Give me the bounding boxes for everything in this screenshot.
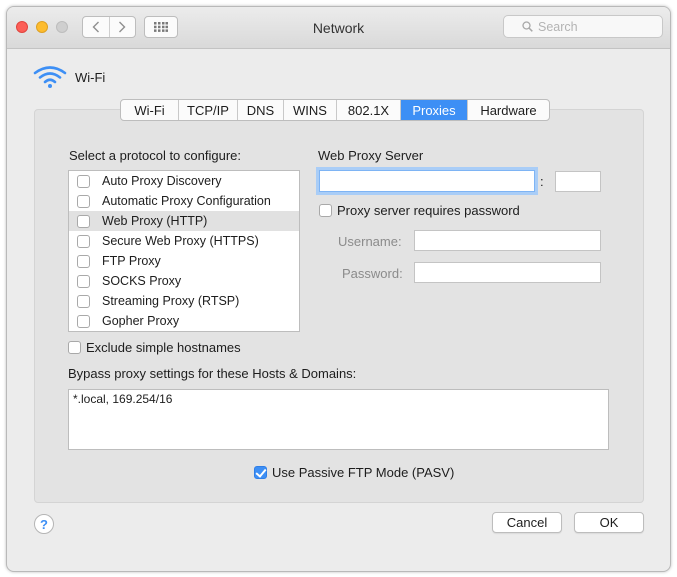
requires-password-checkbox[interactable] (319, 204, 332, 217)
protocol-checkbox[interactable] (77, 294, 90, 308)
show-all-button[interactable] (144, 16, 178, 38)
protocol-label: SOCKS Proxy (102, 274, 182, 288)
protocol-checkbox[interactable] (77, 214, 90, 228)
host-port-separator: : (540, 174, 544, 189)
proxy-host-field[interactable] (319, 170, 535, 192)
tab-bar: Wi-Fi TCP/IP DNS WINS 802.1X Proxies Har… (120, 99, 550, 121)
protocol-label: Gopher Proxy (102, 314, 180, 328)
protocol-row-ftp-proxy[interactable]: FTP Proxy (69, 251, 299, 271)
username-label: Username: (338, 234, 402, 249)
service-name: Wi-Fi (75, 69, 106, 85)
protocol-row-automatic-proxy-configuration[interactable]: Automatic Proxy Configuration (69, 191, 299, 211)
passive-ftp-option[interactable]: Use Passive FTP Mode (PASV) (254, 465, 454, 480)
protocol-row-secure-web-proxy-https[interactable]: Secure Web Proxy (HTTPS) (69, 231, 299, 251)
protocol-label: FTP Proxy (102, 254, 161, 268)
tab-proxies[interactable]: Proxies (401, 100, 468, 120)
close-icon[interactable] (16, 21, 28, 33)
protocol-label: Automatic Proxy Configuration (102, 194, 271, 208)
password-field[interactable] (414, 262, 601, 283)
protocol-checkbox[interactable] (77, 274, 90, 288)
password-label: Password: (342, 266, 403, 281)
protocol-checkbox[interactable] (77, 174, 90, 188)
network-preferences-window: Network Search Wi-Fi Wi-Fi TCP/IP DNS WI… (6, 6, 671, 572)
protocol-row-socks-proxy[interactable]: SOCKS Proxy (69, 271, 299, 291)
protocol-row-gopher-proxy[interactable]: Gopher Proxy (69, 311, 299, 331)
minimize-icon[interactable] (36, 21, 48, 33)
search-placeholder: Search (538, 19, 578, 34)
tab-8021x[interactable]: 802.1X (337, 100, 401, 120)
passive-ftp-checkbox[interactable] (254, 466, 267, 479)
requires-password-label: Proxy server requires password (337, 203, 520, 218)
proxy-port-field[interactable] (555, 171, 601, 192)
protocol-label: Auto Proxy Discovery (102, 174, 222, 188)
requires-password-option[interactable]: Proxy server requires password (319, 203, 520, 218)
cancel-button[interactable]: Cancel (492, 512, 562, 533)
exclude-simple-hostnames-option[interactable]: Exclude simple hostnames (68, 340, 241, 355)
passive-ftp-label: Use Passive FTP Mode (PASV) (272, 465, 455, 480)
bypass-heading: Bypass proxy settings for these Hosts & … (68, 366, 357, 381)
service-header: Wi-Fi (33, 65, 105, 89)
protocol-label: Secure Web Proxy (HTTPS) (102, 234, 259, 248)
exclude-simple-hostnames-label: Exclude simple hostnames (86, 340, 241, 355)
tab-tcpip[interactable]: TCP/IP (179, 100, 238, 120)
back-button[interactable] (83, 17, 109, 37)
back-forward-group (82, 16, 136, 38)
help-button[interactable]: ? (34, 514, 54, 534)
chevron-right-icon (119, 21, 126, 33)
protocol-list-heading: Select a protocol to configure: (69, 148, 241, 163)
protocol-checkbox[interactable] (77, 234, 90, 248)
protocol-row-streaming-proxy-rtsp[interactable]: Streaming Proxy (RTSP) (69, 291, 299, 311)
protocol-list: Auto Proxy Discovery Automatic Proxy Con… (68, 170, 300, 332)
proxy-server-heading: Web Proxy Server (318, 148, 424, 163)
ok-button[interactable]: OK (574, 512, 644, 533)
username-field[interactable] (414, 230, 601, 251)
protocol-checkbox[interactable] (77, 314, 90, 328)
forward-button[interactable] (108, 17, 136, 37)
search-field[interactable]: Search (503, 15, 663, 38)
tab-wins[interactable]: WINS (284, 100, 337, 120)
magnifier-icon (522, 21, 533, 32)
tab-wifi[interactable]: Wi-Fi (121, 100, 179, 120)
protocol-label: Web Proxy (HTTP) (102, 214, 208, 228)
grid-icon (154, 22, 168, 32)
protocol-checkbox[interactable] (77, 194, 90, 208)
protocol-row-auto-proxy-discovery[interactable]: Auto Proxy Discovery (69, 171, 299, 191)
tab-dns[interactable]: DNS (238, 100, 284, 120)
zoom-icon[interactable] (56, 21, 68, 33)
chevron-left-icon (92, 21, 99, 33)
protocol-row-web-proxy-http[interactable]: Web Proxy (HTTP) (69, 211, 299, 231)
bypass-hosts-textarea[interactable]: *.local, 169.254/16 (68, 389, 609, 450)
exclude-simple-hostnames-checkbox[interactable] (68, 341, 81, 354)
protocol-label: Streaming Proxy (RTSP) (102, 294, 240, 308)
protocol-checkbox[interactable] (77, 254, 90, 268)
titlebar: Network Search (7, 7, 670, 49)
tab-hardware[interactable]: Hardware (468, 100, 549, 120)
wifi-icon (33, 66, 67, 88)
